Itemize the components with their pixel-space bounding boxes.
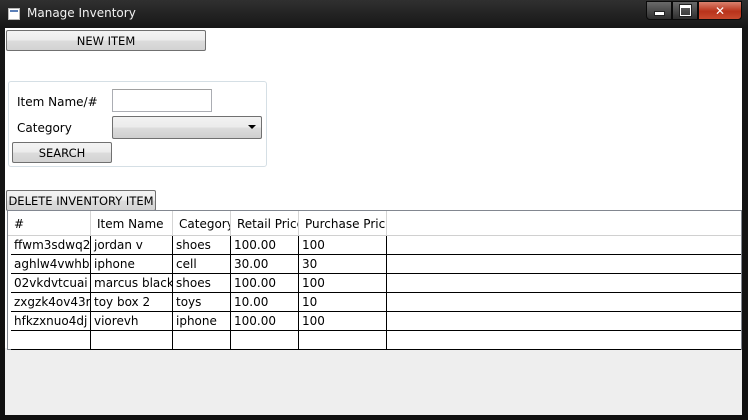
- table-row[interactable]: ffwm3sdwq2f jordan v shoes 100.00 100: [11, 236, 741, 255]
- cell-category[interactable]: shoes: [173, 236, 231, 254]
- grid-header: # Item Name Category Retail Price Purcha…: [8, 211, 741, 236]
- table-row[interactable]: 02vkdvtcuai marcus blackjj shoes 100.00 …: [11, 274, 741, 293]
- chevron-down-icon: [248, 125, 256, 129]
- caption-buttons: ✕: [646, 1, 742, 20]
- maximize-button[interactable]: [672, 1, 698, 20]
- item-name-input[interactable]: [112, 89, 212, 112]
- delete-inventory-item-button[interactable]: DELETE INVENTORY ITEM: [6, 190, 156, 211]
- column-header-item-name[interactable]: Item Name: [91, 211, 173, 235]
- inventory-grid[interactable]: # Item Name Category Retail Price Purcha…: [7, 210, 742, 350]
- cell-purchase-price[interactable]: 100: [299, 236, 387, 254]
- table-row[interactable]: zxgzk4ov43r toy box 2 toys 10.00 10: [11, 293, 741, 312]
- cell-item-name[interactable]: marcus blackjj: [91, 274, 173, 292]
- cell-category[interactable]: toys: [173, 293, 231, 311]
- cell-retail-price[interactable]: 100.00: [231, 274, 299, 292]
- cell-item-name[interactable]: viorevh: [91, 312, 173, 330]
- cell-id[interactable]: ffwm3sdwq2f: [11, 236, 91, 254]
- title-bar[interactable]: Manage Inventory ✕: [0, 0, 748, 28]
- table-row[interactable]: aghlw4vwhbk iphone cell 30.00 30: [11, 255, 741, 274]
- cell-category[interactable]: shoes: [173, 274, 231, 292]
- table-row[interactable]: hfkzxnuo4dj viorevh iphone 100.00 100: [11, 312, 741, 331]
- client-area: NEW ITEM Item Name/# Category SEARCH DEL…: [5, 28, 742, 415]
- cell-purchase-price[interactable]: 10: [299, 293, 387, 311]
- cell-item-name[interactable]: jordan v: [91, 236, 173, 254]
- minimize-button[interactable]: [646, 1, 672, 20]
- cell-item-name[interactable]: [91, 331, 173, 349]
- cell-retail-price[interactable]: 100.00: [231, 236, 299, 254]
- cell-id[interactable]: 02vkdvtcuai: [11, 274, 91, 292]
- item-name-label: Item Name/#: [17, 95, 98, 109]
- window-title: Manage Inventory: [27, 6, 136, 20]
- cell-id[interactable]: aghlw4vwhbk: [11, 255, 91, 273]
- cell-category[interactable]: [173, 331, 231, 349]
- search-button[interactable]: SEARCH: [12, 142, 112, 163]
- column-header-category[interactable]: Category: [173, 211, 231, 235]
- cell-category[interactable]: iphone: [173, 312, 231, 330]
- close-button[interactable]: ✕: [698, 1, 742, 20]
- close-icon: ✕: [714, 3, 726, 18]
- cell-id[interactable]: hfkzxnuo4dj: [11, 312, 91, 330]
- category-label: Category: [17, 121, 72, 135]
- cell-purchase-price[interactable]: 100: [299, 312, 387, 330]
- category-dropdown[interactable]: [112, 116, 262, 139]
- window-background: [5, 348, 742, 415]
- column-header-retail-price[interactable]: Retail Price: [231, 211, 299, 235]
- cell-category[interactable]: cell: [173, 255, 231, 273]
- new-item-button[interactable]: NEW ITEM: [6, 30, 206, 51]
- column-header-id[interactable]: #: [8, 211, 91, 235]
- cell-id[interactable]: zxgzk4ov43r: [11, 293, 91, 311]
- cell-retail-price[interactable]: [231, 331, 299, 349]
- new-item-row[interactable]: [11, 331, 741, 350]
- cell-retail-price[interactable]: 10.00: [231, 293, 299, 311]
- cell-item-name[interactable]: toy box 2: [91, 293, 173, 311]
- maximize-icon: [679, 5, 691, 16]
- minimize-icon: [653, 11, 665, 16]
- app-window: Manage Inventory ✕ NEW ITEM Item Name/# …: [0, 0, 748, 420]
- cell-purchase-price[interactable]: 100: [299, 274, 387, 292]
- cell-retail-price[interactable]: 100.00: [231, 312, 299, 330]
- cell-item-name[interactable]: iphone: [91, 255, 173, 273]
- window-icon: [8, 8, 20, 20]
- cell-id[interactable]: [11, 331, 91, 349]
- column-header-purchase-price[interactable]: Purchase Price: [299, 211, 387, 235]
- cell-purchase-price[interactable]: 30: [299, 255, 387, 273]
- cell-purchase-price[interactable]: [299, 331, 387, 349]
- cell-retail-price[interactable]: 30.00: [231, 255, 299, 273]
